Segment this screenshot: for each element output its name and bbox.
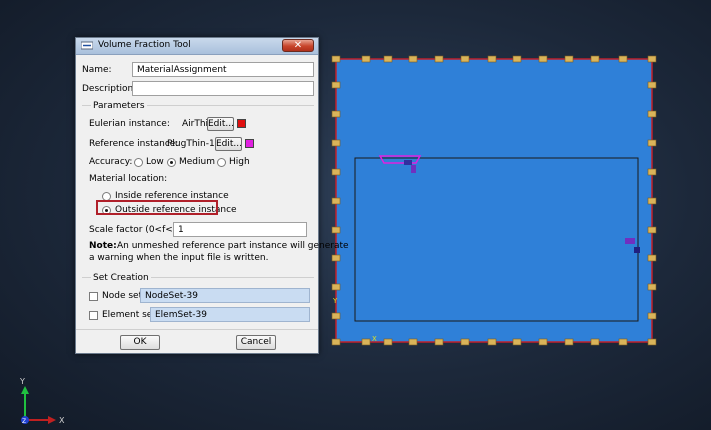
volume-fraction-dialog: Volume Fraction Tool ✕ Name: Description… — [75, 37, 349, 354]
tool-icon — [81, 41, 93, 50]
boundary-marker-24 — [647, 55, 657, 63]
boundary-marker-29 — [647, 110, 657, 118]
boundary-marker-10 — [460, 55, 470, 63]
boundary-marker-12 — [487, 55, 497, 63]
boundary-marker-0 — [331, 55, 341, 63]
boundary-marker-6 — [408, 55, 418, 63]
reference-node-top-2 — [411, 165, 416, 173]
close-button[interactable]: ✕ — [282, 39, 314, 52]
accuracy-high-radio[interactable] — [217, 158, 226, 167]
node-set-input[interactable] — [140, 288, 310, 303]
reference-node-right-2 — [634, 247, 640, 253]
view-triad: Y X Z — [19, 377, 65, 425]
part-axis-x-label: X — [372, 335, 377, 343]
boundary-marker-2 — [361, 55, 371, 63]
boundary-marker-34 — [331, 197, 341, 205]
reference-node-right — [625, 238, 635, 244]
boundary-marker-23 — [618, 338, 628, 346]
button-row-divider — [76, 329, 318, 330]
boundary-marker-30 — [331, 139, 341, 147]
boundary-marker-19 — [564, 338, 574, 346]
node-set-label[interactable]: Node set: — [102, 291, 145, 301]
boundary-marker-21 — [590, 338, 600, 346]
accuracy-low-radio[interactable] — [134, 158, 143, 167]
boundary-marker-11 — [460, 338, 470, 346]
triad-y-label: Y — [19, 377, 25, 386]
dialog-title: Volume Fraction Tool — [98, 40, 191, 50]
description-input[interactable] — [132, 81, 314, 96]
name-input[interactable] — [132, 62, 314, 77]
dialog-titlebar[interactable]: Volume Fraction Tool ✕ — [76, 38, 318, 55]
eulerian-edit-button[interactable]: Edit... — [207, 117, 234, 131]
eulerian-color-swatch — [237, 119, 246, 128]
boundary-marker-1 — [331, 338, 341, 346]
boundary-marker-22 — [618, 55, 628, 63]
accuracy-high-label[interactable]: High — [229, 157, 250, 167]
node-set-checkbox[interactable] — [89, 292, 98, 301]
boundary-marker-17 — [538, 338, 548, 346]
ok-button[interactable]: OK — [120, 335, 160, 350]
reference-value: PlugThin-1 — [167, 139, 215, 149]
reference-edit-button[interactable]: Edit... — [215, 137, 242, 151]
reference-label: Reference instance: — [89, 139, 179, 149]
boundary-marker-36 — [331, 226, 341, 234]
boundary-marker-13 — [487, 338, 497, 346]
accuracy-medium-radio[interactable] — [167, 158, 176, 167]
cancel-button[interactable]: Cancel — [236, 335, 276, 350]
note-label: Note: — [89, 241, 117, 251]
boundary-marker-27 — [647, 81, 657, 89]
boundary-marker-26 — [331, 81, 341, 89]
close-icon: ✕ — [293, 40, 303, 51]
material-location-label: Material location: — [89, 174, 168, 184]
boundary-marker-20 — [590, 55, 600, 63]
eulerian-label: Eulerian instance: — [89, 119, 170, 129]
boundary-marker-41 — [647, 283, 657, 291]
boundary-marker-3 — [361, 338, 371, 346]
scale-factor-input[interactable] — [173, 222, 307, 237]
element-set-checkbox[interactable] — [89, 311, 98, 320]
boundary-marker-14 — [512, 55, 522, 63]
boundary-marker-7 — [408, 338, 418, 346]
boundary-marker-33 — [647, 168, 657, 176]
part-axis-y-label: Y — [332, 297, 338, 305]
eulerian-part — [335, 58, 653, 343]
boundary-marker-42 — [331, 312, 341, 320]
boundary-marker-43 — [647, 312, 657, 320]
boundary-marker-18 — [564, 55, 574, 63]
note-line-1: An unmeshed reference part instance will… — [117, 241, 349, 251]
set-creation-heading: Set Creation — [91, 273, 151, 283]
selection-highlight-box — [96, 200, 218, 215]
boundary-marker-28 — [331, 110, 341, 118]
accuracy-low-label[interactable]: Low — [146, 157, 164, 167]
boundary-marker-35 — [647, 197, 657, 205]
boundary-marker-25 — [647, 338, 657, 346]
boundary-marker-5 — [383, 338, 393, 346]
triad-x-label: X — [59, 416, 65, 425]
reference-color-swatch — [245, 139, 254, 148]
boundary-marker-16 — [538, 55, 548, 63]
accuracy-label: Accuracy: — [89, 157, 133, 167]
boundary-marker-15 — [512, 338, 522, 346]
boundary-marker-37 — [647, 226, 657, 234]
parameters-heading: Parameters — [91, 101, 147, 111]
boundary-marker-32 — [331, 168, 341, 176]
note-line-2: a warning when the input file is written… — [89, 253, 269, 263]
reference-node-top — [404, 160, 412, 165]
boundary-marker-31 — [647, 139, 657, 147]
description-label: Description: — [82, 84, 137, 94]
accuracy-medium-label[interactable]: Medium — [179, 157, 215, 167]
boundary-marker-40 — [331, 283, 341, 291]
boundary-marker-9 — [434, 338, 444, 346]
boundary-marker-8 — [434, 55, 444, 63]
name-label: Name: — [82, 65, 112, 75]
triad-z-label: Z — [22, 418, 26, 425]
boundary-marker-4 — [383, 55, 393, 63]
element-set-input[interactable] — [150, 307, 310, 322]
boundary-marker-39 — [647, 254, 657, 262]
boundary-marker-38 — [331, 254, 341, 262]
